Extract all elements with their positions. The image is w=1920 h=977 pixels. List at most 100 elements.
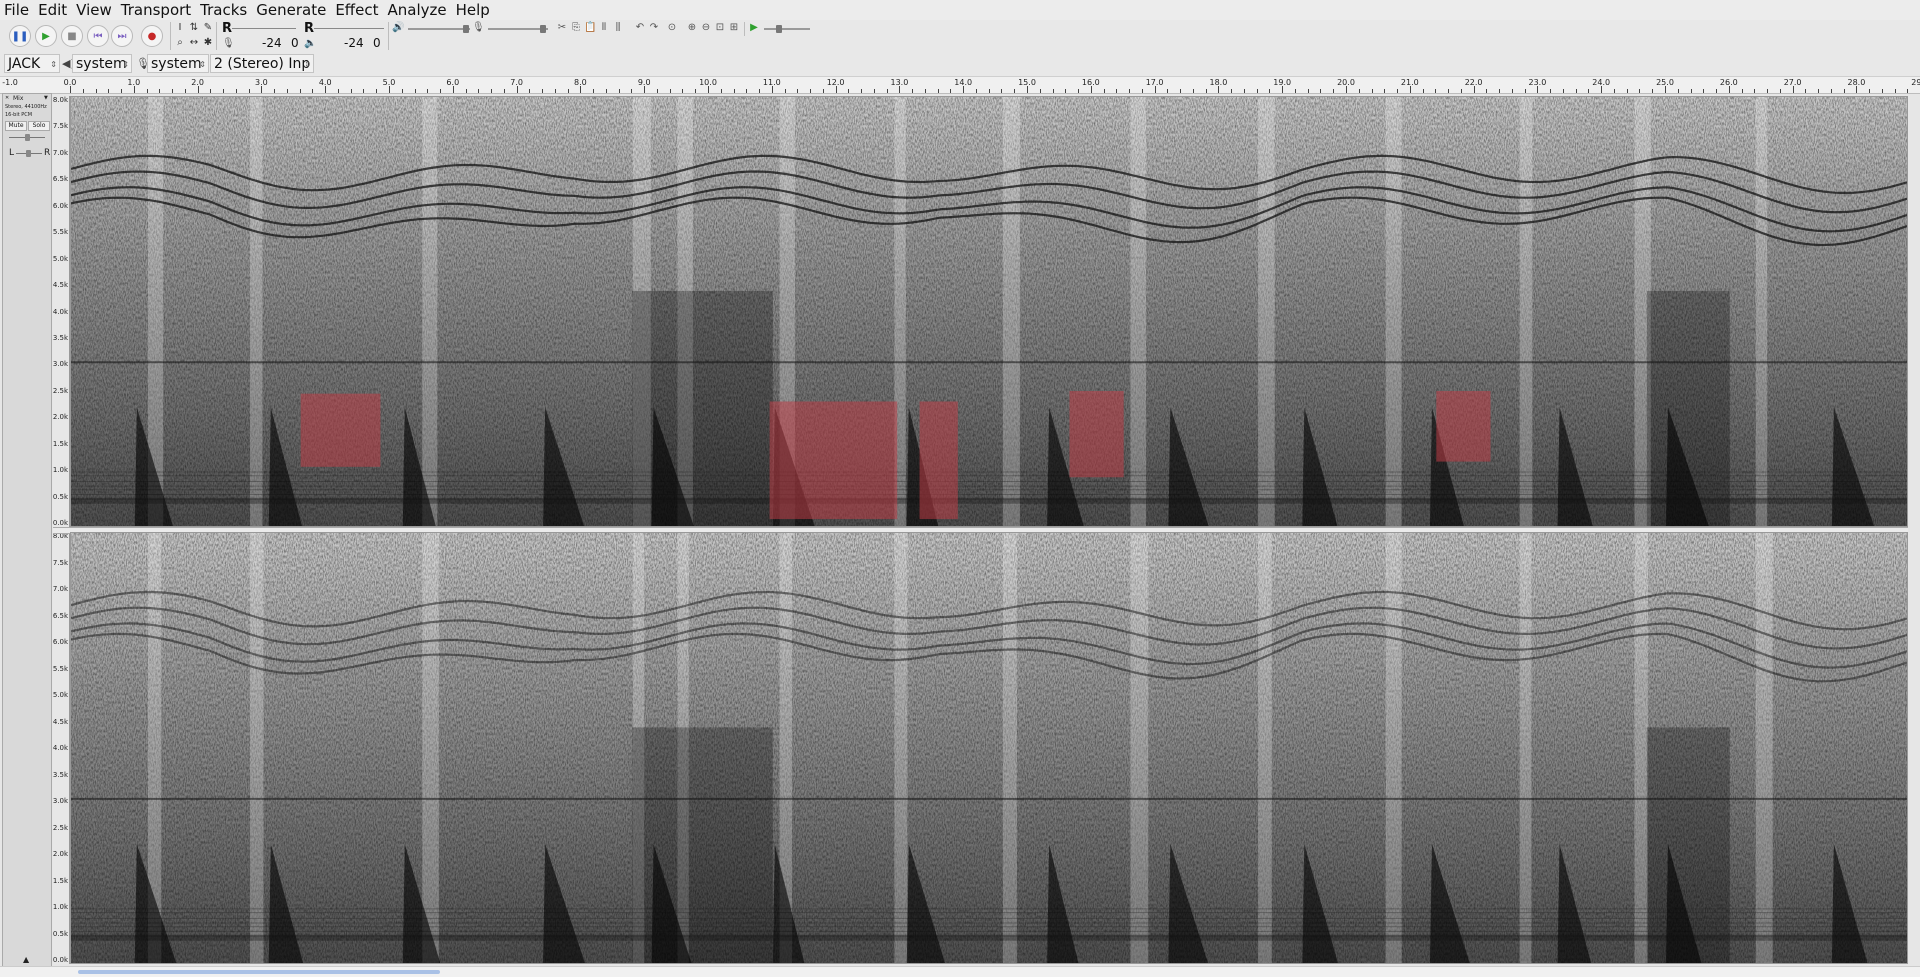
zoom-out-icon[interactable]: ⊖ <box>700 22 712 33</box>
ruler-tick <box>1856 86 1858 93</box>
mute-button[interactable]: Mute <box>5 121 27 131</box>
track-close-icon[interactable]: ✕ <box>5 95 9 101</box>
pan-slider-thumb[interactable] <box>26 150 31 157</box>
playback-meter-bar[interactable] <box>314 28 384 29</box>
ruler-minor-tick <box>1588 89 1590 93</box>
zoom-tool-icon[interactable]: ⌕ <box>174 37 186 49</box>
ruler-minor-tick <box>1078 89 1080 93</box>
ruler-minor-tick <box>95 89 97 93</box>
ruler-minor-tick <box>312 89 314 93</box>
frequency-label: 6.5k <box>52 175 68 184</box>
recording-device-select[interactable]: system ⇕ <box>147 54 209 73</box>
spectrogram-noise <box>71 533 1907 963</box>
spectrogram-low-band <box>71 497 1907 504</box>
ruler-minor-tick <box>121 89 123 93</box>
menu-file[interactable]: File <box>0 0 34 20</box>
ruler-minor-tick <box>567 89 569 93</box>
ruler-minor-tick <box>82 89 84 93</box>
play-speed-slider[interactable] <box>764 28 810 30</box>
ruler-minor-tick <box>784 89 786 93</box>
zoom-in-icon[interactable]: ⊕ <box>686 22 698 33</box>
ruler-minor-tick <box>1192 89 1194 93</box>
ruler-label: 27.0 <box>1783 78 1802 87</box>
collapse-track-icon[interactable]: ▲ <box>23 955 29 964</box>
recording-channels-select[interactable]: 2 (Stereo) Inp ⇕ <box>210 54 314 73</box>
microphone-icon[interactable]: 🎙 <box>222 38 235 49</box>
spectrogram-right-channel[interactable] <box>70 532 1908 964</box>
pause-button[interactable]: ❚❚ <box>9 25 31 47</box>
selection-tool-icon[interactable]: I <box>174 22 186 34</box>
menu-effect[interactable]: Effect <box>331 0 383 20</box>
copy-icon[interactable]: ⎘ <box>570 22 582 33</box>
ruler-minor-tick <box>1613 89 1615 93</box>
audio-host-select[interactable]: JACK ⇕ <box>4 54 60 73</box>
ruler-minor-tick <box>656 89 658 93</box>
timeshift-tool-icon[interactable]: ↔ <box>188 37 200 49</box>
skip-to-start-button[interactable]: ⏮ <box>87 25 109 47</box>
menu-generate[interactable]: Generate <box>252 0 331 20</box>
output-volume-slider[interactable] <box>408 28 470 30</box>
envelope-tool-icon[interactable]: ⇅ <box>188 22 200 34</box>
output-volume-icon: 🔊 <box>392 22 405 33</box>
stop-button[interactable]: ■ <box>61 25 83 47</box>
undo-icon[interactable]: ↶ <box>634 22 646 33</box>
frequency-label: 4.5k <box>52 717 68 726</box>
play-button[interactable]: ▶ <box>35 25 57 47</box>
input-volume-slider[interactable] <box>488 28 548 30</box>
ruler-minor-tick <box>1652 89 1654 93</box>
ruler-tick <box>1728 86 1730 93</box>
input-volume-thumb[interactable] <box>540 25 546 33</box>
solo-button[interactable]: Solo <box>28 121 50 131</box>
ruler-minor-tick <box>235 89 237 93</box>
ruler-label: 14.0 <box>954 78 973 87</box>
ruler-minor-tick <box>1550 89 1552 93</box>
ruler-minor-tick <box>886 89 888 93</box>
multi-tool-icon[interactable]: ✱ <box>202 37 214 49</box>
play-speed-thumb[interactable] <box>776 25 782 33</box>
ruler-tick <box>133 86 135 93</box>
updown-arrow-icon: ⇕ <box>304 60 311 69</box>
track-name[interactable]: Mix <box>13 95 23 102</box>
record-icon: ● <box>147 30 157 42</box>
menu-help[interactable]: Help <box>452 0 495 20</box>
menu-view[interactable]: View <box>72 0 117 20</box>
trim-icon[interactable]: ⫴ <box>598 22 610 33</box>
spectral-selection <box>300 393 381 467</box>
menu-transport[interactable]: Transport <box>117 0 196 20</box>
gain-slider-thumb[interactable] <box>25 134 30 141</box>
redo-icon[interactable]: ↷ <box>648 22 660 33</box>
frequency-label: 7.0k <box>52 585 68 593</box>
speaker-icon[interactable]: 🔈 <box>304 38 316 49</box>
frequency-scale-left-channel: 8.0k 7.5k 7.0k 6.5k 6.0k 5.5k 5.0k 4.5k 4.0k 3.5k… <box>53 96 70 527</box>
record-meter-bar[interactable] <box>232 28 296 29</box>
skip-to-end-button[interactable]: ⏭ <box>111 25 133 47</box>
menu-analyze[interactable]: Analyze <box>383 0 451 20</box>
play-at-speed-icon[interactable]: ▶ <box>748 22 760 33</box>
fit-project-icon[interactable]: ⊞ <box>728 22 740 33</box>
fit-selection-icon[interactable]: ⊡ <box>714 22 726 33</box>
record-button[interactable]: ● <box>141 25 163 47</box>
playback-device-select[interactable]: system ⇕ <box>72 54 132 73</box>
frequency-label: 4.5k <box>52 281 68 290</box>
paste-icon[interactable]: 📋 <box>584 22 596 33</box>
draw-tool-icon[interactable]: ✎ <box>202 22 214 34</box>
frequency-label: 6.0k <box>52 201 68 210</box>
spectrogram-gap <box>250 97 263 526</box>
menu-tracks[interactable]: Tracks <box>196 0 252 20</box>
ruler-minor-tick <box>1371 89 1373 93</box>
horizontal-scrollbar-thumb[interactable] <box>78 970 440 974</box>
horizontal-scrollbar[interactable] <box>0 966 1920 977</box>
output-volume-thumb[interactable] <box>463 25 469 33</box>
spectrogram-left-channel[interactable] <box>70 96 1908 527</box>
silence-icon[interactable]: ⫼ <box>612 22 624 33</box>
sync-lock-icon[interactable]: ⊙ <box>666 22 678 33</box>
ruler-minor-tick <box>554 89 556 93</box>
timeline-ruler[interactable]: -1.0 0.0 1.0 2.0 3.0 4.0 5.0 6.0 7.0 8.0 9.0 10.0 1… <box>0 77 1920 94</box>
ruler-tick <box>452 86 454 93</box>
ruler-minor-tick <box>1881 89 1883 93</box>
menu-edit[interactable]: Edit <box>34 0 72 20</box>
track-menu-arrow-icon[interactable]: ▼ <box>44 95 48 101</box>
cut-icon[interactable]: ✂ <box>556 22 568 33</box>
ruler-minor-tick <box>465 89 467 93</box>
ruler-minor-tick <box>1435 89 1437 93</box>
